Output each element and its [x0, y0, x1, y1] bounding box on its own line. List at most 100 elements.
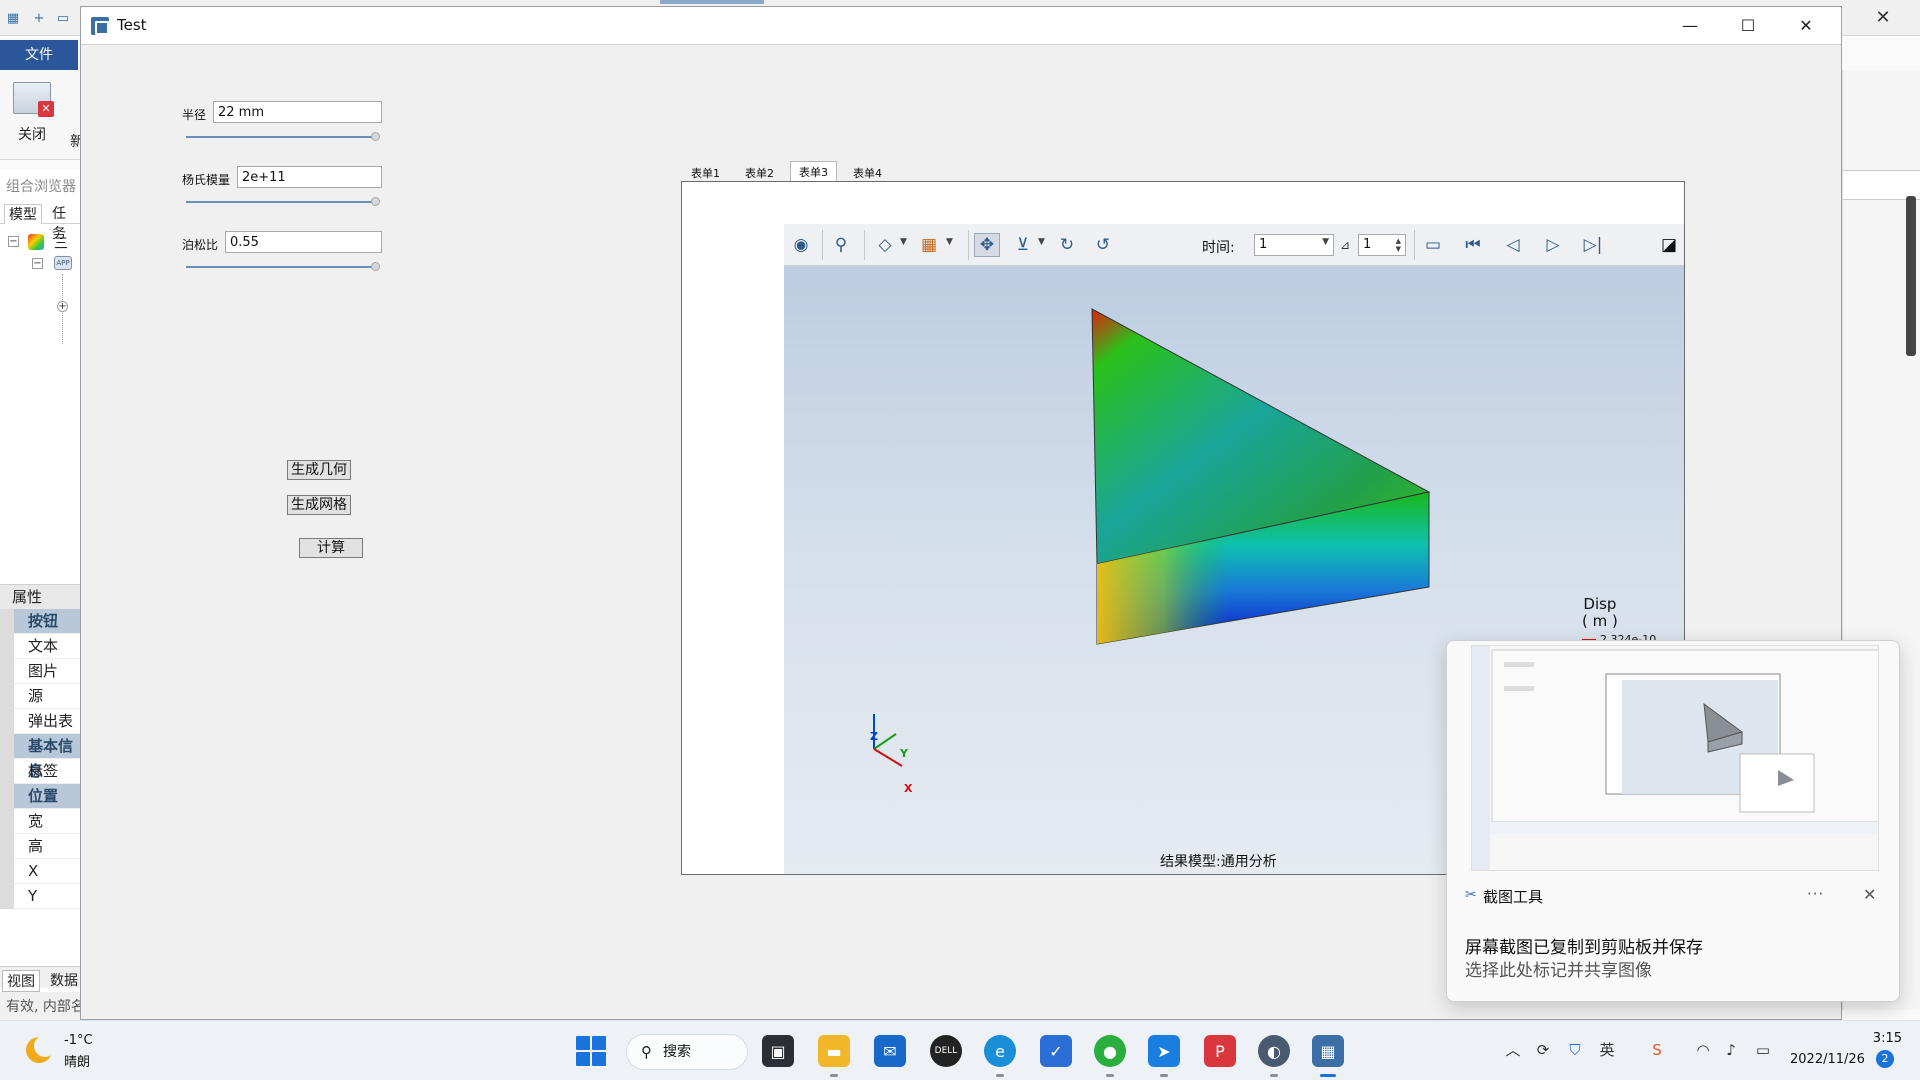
property-row[interactable]: 弹出表单	[0, 709, 82, 755]
youngs-slider-thumb[interactable]	[371, 197, 380, 206]
running-indicator	[1106, 1074, 1114, 1077]
tree-collapse-toggle[interactable]: −	[8, 236, 19, 247]
edge-browser-icon[interactable]: e	[984, 1035, 1016, 1067]
property-row[interactable]: 高	[0, 834, 82, 859]
file-menu-tab[interactable]: 文件	[0, 40, 78, 70]
property-label: 宽	[28, 812, 44, 830]
open-folder-icon[interactable]: ▭	[54, 9, 72, 27]
test-app-taskbar-icon[interactable]: ▦	[1312, 1035, 1344, 1067]
minimize-button[interactable]: —	[1661, 7, 1719, 45]
property-label: X	[28, 862, 39, 880]
property-row[interactable]: 源	[0, 684, 82, 709]
section-dropdown-icon[interactable]: ▼	[900, 237, 907, 247]
host-close-icon[interactable]: ✕	[1870, 8, 1896, 28]
next-frame-icon[interactable]: ▷|	[1580, 233, 1606, 257]
axis-view-dropdown-icon[interactable]: ▼	[1038, 237, 1045, 247]
weather-temperature[interactable]: -1°C	[64, 1033, 93, 1048]
close-button[interactable]: ✕	[1777, 7, 1835, 45]
first-frame-icon[interactable]: ⏮	[1460, 233, 1486, 257]
property-group-row[interactable]: 基本信息	[0, 734, 82, 780]
task-view-icon[interactable]: ▣	[762, 1035, 794, 1067]
radius-slider-thumb[interactable]	[371, 132, 380, 141]
tree-expand-toggle[interactable]: +	[57, 301, 68, 312]
rotate-right-icon[interactable]: ↺	[1090, 233, 1116, 257]
section-icon[interactable]: ◇	[872, 233, 898, 257]
generate-geometry-button[interactable]: 生成几何	[287, 460, 351, 480]
wechat-icon[interactable]: ●	[1094, 1035, 1126, 1067]
new-file-icon[interactable]: +	[30, 9, 48, 27]
dell-icon[interactable]: DELL	[930, 1035, 962, 1067]
time-select[interactable]: 1 ▼	[1254, 234, 1334, 256]
feishu-icon[interactable]: ✓	[1040, 1035, 1072, 1067]
property-group-row[interactable]: 按钮	[0, 609, 82, 634]
sync-icon[interactable]: ⟳	[1532, 1039, 1554, 1061]
snipping-notification[interactable]: ✂ 截图工具 ··· ✕ 屏幕截图已复制到剪贴板并保存 选择此处标记并共享图像	[1446, 640, 1900, 1002]
simulation-app-icon[interactable]: ◐	[1258, 1035, 1290, 1067]
poisson-slider-track[interactable]	[186, 266, 376, 268]
pdf-reader-icon[interactable]: P	[1204, 1035, 1236, 1067]
radius-input[interactable]	[213, 101, 382, 123]
prev-frame-icon[interactable]: ◁	[1500, 233, 1526, 257]
property-row[interactable]: 文本	[0, 634, 82, 659]
tree-collapse-toggle-child[interactable]: −	[32, 258, 43, 269]
youngs-modulus-input[interactable]	[237, 166, 382, 188]
axis-view-icon[interactable]: ⊻	[1010, 233, 1036, 257]
moon-icon[interactable]	[26, 1035, 56, 1063]
chevron-up-icon[interactable]: ︿	[1502, 1039, 1524, 1061]
start-tile	[592, 1052, 606, 1066]
property-row[interactable]: X	[0, 859, 82, 884]
battery-icon[interactable]: ▭	[1752, 1039, 1774, 1061]
play-icon[interactable]: ▷	[1540, 233, 1566, 257]
rotate-left-icon[interactable]: ↻	[1054, 233, 1080, 257]
running-indicator	[996, 1074, 1004, 1077]
weather-condition[interactable]: 晴朗	[64, 1051, 90, 1070]
tab-data[interactable]: 数据	[46, 970, 82, 990]
toolbar-separator	[968, 230, 969, 260]
display-mode-dropdown-icon[interactable]: ▼	[946, 237, 953, 247]
generate-mesh-button[interactable]: 生成网格	[287, 495, 351, 515]
sogou-icon[interactable]: S	[1646, 1039, 1668, 1061]
toast-close-button[interactable]: ✕	[1863, 885, 1876, 904]
close-document-button[interactable]: ✕ 关闭	[10, 82, 54, 152]
fit-view-icon[interactable]: ✥	[974, 233, 1000, 257]
host-scrollbar[interactable]	[1906, 196, 1916, 356]
mail-icon[interactable]: ✉	[874, 1035, 906, 1067]
clock-date[interactable]: 2022/11/26	[1790, 1052, 1865, 1067]
screenshot-thumbnail[interactable]	[1471, 645, 1879, 871]
property-row[interactable]: 图片	[0, 659, 82, 684]
display-mode-icon[interactable]: ▦	[916, 233, 942, 257]
step-spinbox[interactable]: 1 ▲ ▼	[1358, 234, 1406, 256]
youngs-slider-track[interactable]	[186, 201, 376, 203]
compute-button[interactable]: 计算	[299, 538, 363, 558]
property-panel-header: 属性	[0, 585, 82, 609]
dingtalk-icon[interactable]: ➤	[1148, 1035, 1180, 1067]
camera-icon[interactable]: ◉	[788, 233, 814, 257]
zoom-icon[interactable]: ⚲	[828, 233, 854, 257]
clock-time[interactable]: 3:15	[1836, 1031, 1902, 1046]
shield-icon[interactable]: ⛉	[1564, 1039, 1586, 1061]
property-row[interactable]: 标签	[0, 759, 82, 784]
tab-view[interactable]: 视图	[2, 970, 40, 992]
toast-more-button[interactable]: ···	[1807, 885, 1824, 903]
notification-badge[interactable]: 2	[1876, 1050, 1894, 1068]
wifi-icon[interactable]: ◠	[1692, 1039, 1714, 1061]
running-indicator	[1270, 1074, 1278, 1077]
taskbar-search[interactable]: ⚲ 搜索	[626, 1034, 748, 1070]
volume-icon[interactable]: ♪	[1720, 1039, 1742, 1061]
property-row[interactable]: 宽	[0, 809, 82, 834]
record-icon[interactable]: ▭	[1420, 233, 1446, 257]
maximize-button[interactable]: ☐	[1719, 7, 1777, 45]
file-explorer-icon[interactable]: ▬	[818, 1035, 850, 1067]
toolbar-overflow-icon[interactable]: ◪	[1656, 233, 1682, 257]
property-row[interactable]: Y	[0, 884, 82, 909]
window-title-bar[interactable]: Test — ☐ ✕	[81, 7, 1841, 45]
tab-model[interactable]: 模型	[4, 204, 42, 224]
radius-slider-track[interactable]	[186, 136, 376, 138]
poisson-ratio-input[interactable]	[225, 231, 382, 253]
ime-indicator[interactable]: 英	[1596, 1039, 1618, 1061]
poisson-slider-thumb[interactable]	[371, 262, 380, 271]
start-button[interactable]	[576, 1036, 606, 1066]
property-group-row[interactable]: 位置	[0, 784, 82, 809]
property-label: 位置	[28, 787, 59, 805]
tab-tasks[interactable]: 任务	[48, 204, 82, 242]
